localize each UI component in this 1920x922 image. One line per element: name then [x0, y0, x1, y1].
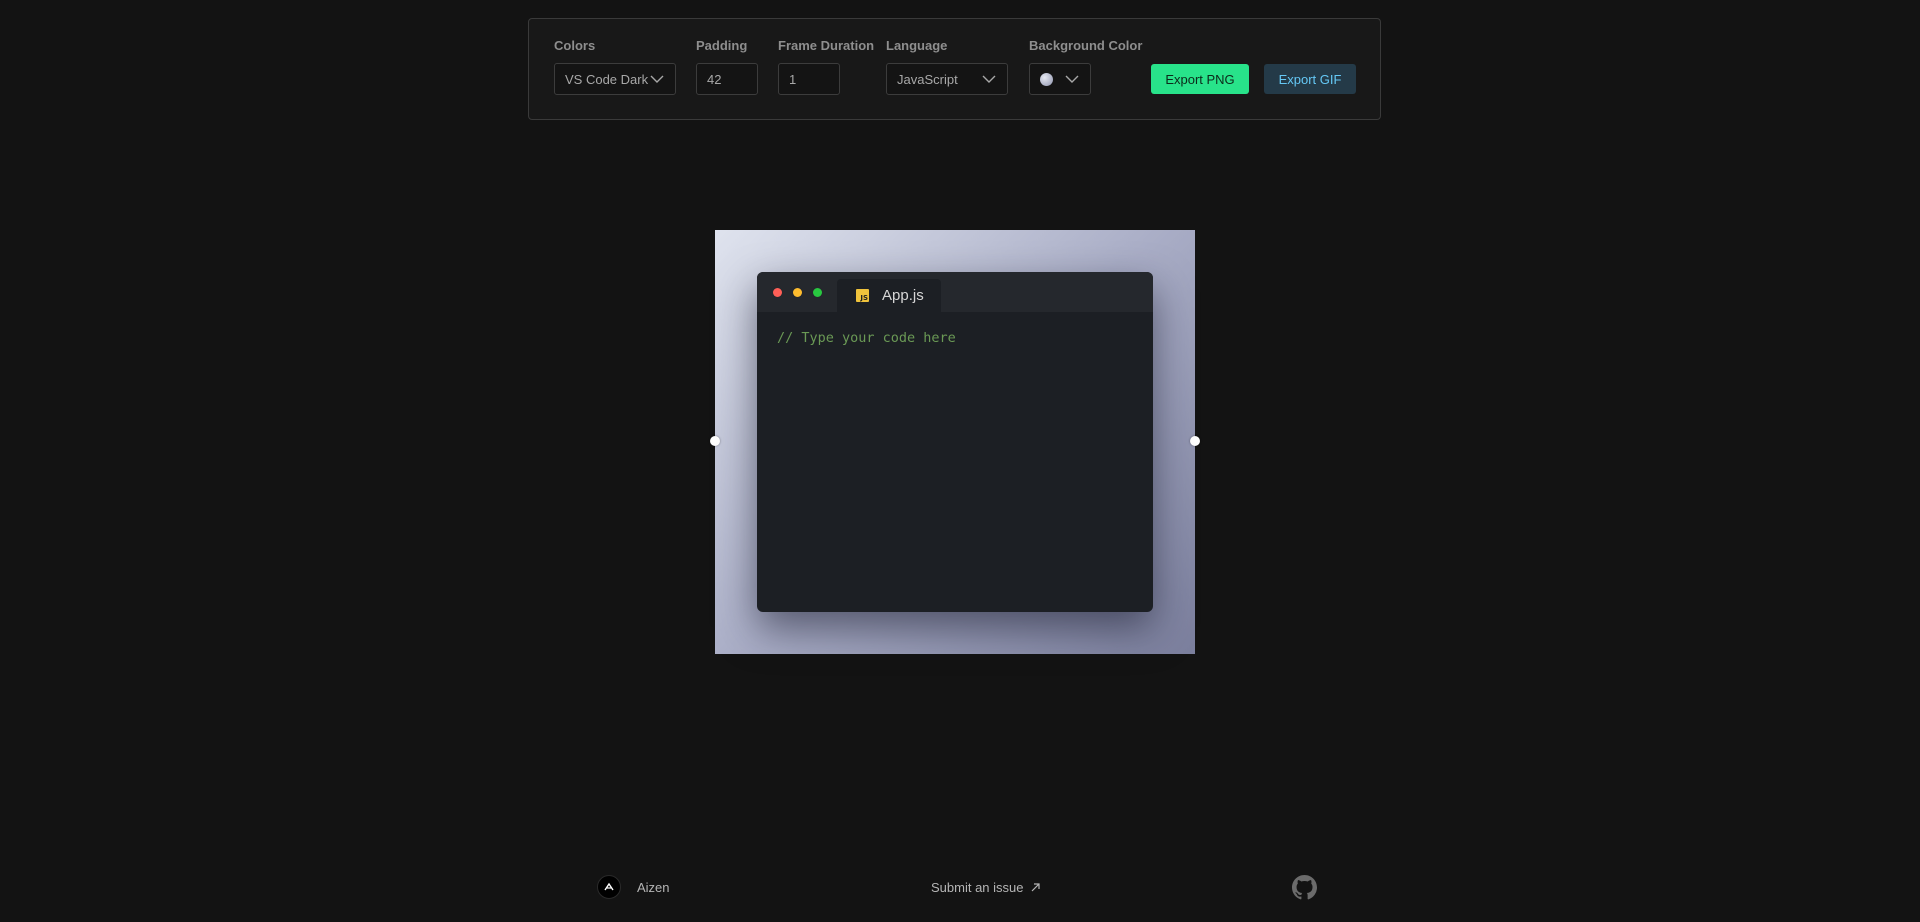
padding-label: Padding	[696, 38, 748, 53]
padding-input[interactable]	[696, 63, 758, 95]
frame-duration-group: Frame Duration	[778, 38, 874, 54]
window-titlebar: JS App.js	[757, 272, 1153, 312]
close-dot-icon	[773, 288, 782, 297]
background-color-select[interactable]	[1029, 63, 1091, 95]
logo-mark-icon	[604, 882, 614, 891]
maximize-dot-icon	[813, 288, 822, 297]
background-color-label: Background Color	[1029, 38, 1143, 53]
resize-handle-right[interactable]	[1190, 436, 1200, 446]
frame-duration-input-field[interactable]	[789, 71, 829, 87]
minimize-dot-icon	[793, 288, 802, 297]
frame-duration-label: Frame Duration	[778, 38, 875, 53]
chevron-down-icon	[650, 75, 664, 83]
code-canvas: JS App.js // Type your code here	[710, 230, 1200, 654]
aizen-logo-icon[interactable]	[597, 875, 621, 899]
colors-label: Colors	[554, 38, 596, 53]
submit-issue-label: Submit an issue	[931, 880, 1024, 895]
footer-brand[interactable]: Aizen	[637, 880, 670, 895]
github-icon[interactable]	[1292, 875, 1317, 900]
background-color-group: Background Color	[1029, 38, 1142, 54]
padding-input-field[interactable]	[707, 71, 747, 87]
language-label: Language	[886, 38, 948, 53]
colors-select-value: VS Code Dark	[565, 71, 649, 87]
padding-group: Padding	[696, 38, 747, 54]
language-group: Language	[886, 38, 947, 54]
color-swatch	[1040, 72, 1053, 86]
chevron-down-icon	[1065, 75, 1079, 83]
colors-group: Colors	[554, 38, 595, 54]
file-tab-label: App.js	[882, 287, 924, 304]
submit-issue-link[interactable]: Submit an issue	[931, 880, 1041, 895]
code-editor[interactable]: // Type your code here	[757, 312, 1153, 364]
colors-select[interactable]: VS Code Dark	[554, 63, 676, 95]
arrow-up-right-icon	[1031, 883, 1040, 892]
code-window: JS App.js // Type your code here	[757, 272, 1153, 612]
file-tab[interactable]: JS App.js	[837, 279, 941, 312]
toolbar: Colors VS Code Dark Padding Frame Durati…	[528, 18, 1381, 120]
code-line: // Type your code here	[777, 330, 956, 346]
frame-duration-input[interactable]	[778, 63, 840, 95]
js-file-icon: JS	[856, 289, 869, 302]
export-gif-button[interactable]: Export GIF	[1264, 64, 1356, 94]
chevron-down-icon	[982, 75, 996, 83]
language-select[interactable]: JavaScript	[886, 63, 1008, 95]
language-select-value: JavaScript	[897, 71, 958, 87]
export-png-button[interactable]: Export PNG	[1151, 64, 1249, 94]
resize-handle-left[interactable]	[710, 436, 720, 446]
